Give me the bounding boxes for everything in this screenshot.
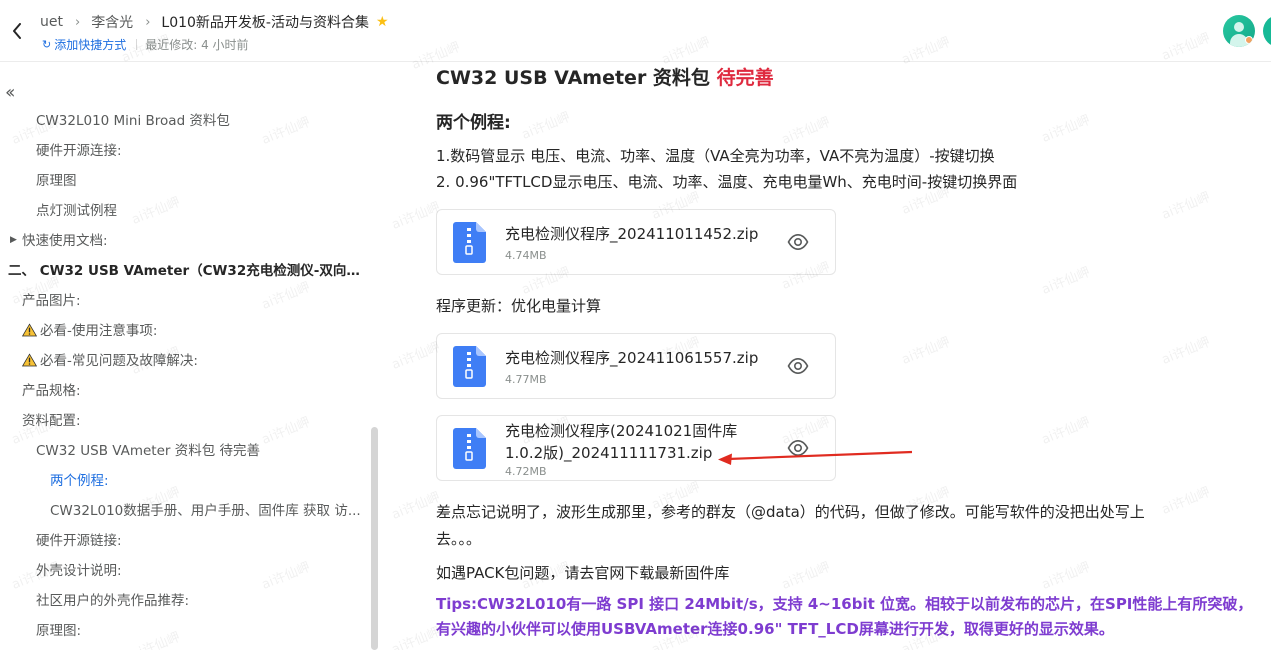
paragraph: 程序更新：优化电量计算 bbox=[436, 297, 602, 315]
paragraph: 差点忘记说明了，波形生成那里，参考的群友（@data）的代码，但做了修改。可能写… bbox=[436, 503, 1145, 521]
file-attachment-card[interactable]: 充电检测仪程序_202411061557.zip 4.77MB bbox=[436, 333, 836, 399]
toc-item[interactable]: 硬件开源连接: bbox=[0, 140, 372, 162]
toc-item[interactable]: 必看-使用注意事项: bbox=[22, 320, 372, 342]
file-name: 充电检测仪程序_202411011452.zip bbox=[505, 225, 759, 243]
toc-item-label: 快速使用文档: bbox=[22, 233, 108, 249]
breadcrumb-item-space[interactable]: uet bbox=[40, 14, 63, 30]
toc-item[interactable]: 点灯测试例程 bbox=[0, 200, 372, 222]
eye-icon[interactable] bbox=[787, 439, 809, 457]
breadcrumb: uet › 李含光 › L010新品开发板-活动与资料合集 ★ bbox=[40, 12, 389, 32]
paragraph: 如遇PACK包问题，请去官网下载最新固件库 bbox=[436, 564, 730, 582]
eye-icon[interactable] bbox=[787, 357, 809, 375]
file-attachment-card[interactable]: 充电检测仪程序_202411011452.zip 4.74MB bbox=[436, 209, 836, 275]
avatar-secondary[interactable] bbox=[1263, 15, 1271, 47]
add-shortcut-button[interactable]: ↻ 添加快捷方式 bbox=[42, 36, 126, 53]
doc-meta: ↻ 添加快捷方式 最近修改: 4 小时前 bbox=[42, 36, 249, 53]
last-modified: 最近修改: 4 小时前 bbox=[145, 38, 249, 52]
paragraph: 1.数码管显示 电压、电流、功率、温度（VA全亮为功率，VA不亮为温度）-按键切… bbox=[436, 147, 995, 165]
eye-icon[interactable] bbox=[787, 233, 809, 251]
chevron-right-icon: › bbox=[145, 14, 151, 30]
toc-item-active[interactable]: 两个例程: bbox=[0, 470, 372, 492]
back-button[interactable] bbox=[6, 18, 28, 44]
file-size: 4.72MB bbox=[505, 465, 547, 478]
zip-file-icon bbox=[453, 346, 486, 387]
doc-content: CW32 USB VAmeter 资料包 待完善 两个例程: 1.数码管显示 电… bbox=[436, 63, 1271, 650]
watermark-text: ai许仙岬 bbox=[389, 489, 443, 523]
toc-item[interactable]: 产品图片: bbox=[0, 290, 372, 312]
breadcrumb-item-owner[interactable]: 李含光 bbox=[91, 12, 133, 32]
toc-item[interactable]: 社区用户的外壳作品推荐: bbox=[0, 590, 372, 612]
paragraph: 去。。。 bbox=[436, 530, 482, 548]
toc-item[interactable]: CW32L010数据手册、用户手册、固件库 获取 访... bbox=[0, 500, 366, 522]
breadcrumb-item-book[interactable]: L010新品开发板-活动与资料合集 bbox=[161, 12, 369, 32]
toc-scrollbar[interactable] bbox=[371, 427, 378, 650]
zip-file-icon bbox=[453, 222, 486, 263]
zip-file-icon bbox=[453, 428, 486, 469]
chevron-left-icon bbox=[13, 23, 21, 39]
subsection-heading: 两个例程: bbox=[436, 113, 511, 133]
star-icon[interactable]: ★ bbox=[376, 14, 389, 30]
toc-item[interactable]: CW32 USB VAmeter 资料包 待完善 bbox=[0, 440, 372, 462]
file-size: 4.77MB bbox=[505, 373, 547, 386]
toc-item[interactable]: 外壳设计说明: bbox=[0, 560, 372, 582]
warning-icon bbox=[22, 323, 37, 337]
avatar[interactable] bbox=[1223, 15, 1255, 47]
meta-divider bbox=[136, 39, 138, 50]
add-shortcut-label: 添加快捷方式 bbox=[54, 38, 127, 52]
toc-item-label: 必看-常见问题及故障解决: bbox=[40, 353, 198, 369]
toc-item[interactable]: 原理图 bbox=[0, 170, 372, 192]
toc-item[interactable]: 原理图: bbox=[0, 620, 372, 642]
file-name: 充电检测仪程序(20241021固件库1.0.2版)_202411111731.… bbox=[505, 422, 738, 462]
shortcut-icon: ↻ bbox=[42, 38, 52, 51]
section-title: CW32 USB VAmeter 资料包 待完善 bbox=[436, 63, 774, 90]
watermark-text: ai许仙岬 bbox=[389, 624, 443, 650]
chevron-right-icon: › bbox=[74, 14, 81, 30]
toc-item-heading[interactable]: 二、 CW32 USB VAmeter（CW32充电检测仪-双向直... bbox=[0, 260, 372, 282]
paragraph: 2. 0.96"TFTLCD显示电压、电流、功率、温度、充电电量Wh、充电时间-… bbox=[436, 173, 1018, 191]
toc-item-collapsible[interactable]: ▶ 快速使用文档: bbox=[0, 230, 372, 252]
toc-item[interactable]: 资料配置: bbox=[0, 410, 372, 432]
watermark-text: ai许仙岬 bbox=[389, 199, 443, 233]
watermark-text: ai许仙岬 bbox=[389, 339, 443, 373]
warning-icon bbox=[22, 353, 37, 367]
toc-item[interactable]: 硬件开源链接: bbox=[0, 530, 372, 552]
toc-item-label: 必看-使用注意事项: bbox=[40, 323, 158, 339]
file-size: 4.74MB bbox=[505, 249, 547, 262]
file-attachment-card[interactable]: 充电检测仪程序(20241021固件库1.0.2版)_202411111731.… bbox=[436, 415, 836, 481]
toc-item[interactable]: 必看-常见问题及故障解决: bbox=[22, 350, 372, 372]
section-title-text: CW32 USB VAmeter 资料包 bbox=[436, 67, 710, 89]
toc-item[interactable]: 产品规格: bbox=[0, 380, 372, 402]
pending-status: 待完善 bbox=[716, 67, 774, 89]
collapse-sidebar-icon[interactable]: ‹‹ bbox=[5, 82, 16, 103]
file-name: 充电检测仪程序_202411061557.zip bbox=[505, 349, 759, 367]
toc-sidebar: ‹‹ CW32L010 Mini Broad 资料包 硬件开源连接: 原理图 点… bbox=[0, 63, 382, 650]
doc-header: uet › 李含光 › L010新品开发板-活动与资料合集 ★ ↻ 添加快捷方式… bbox=[0, 0, 1271, 62]
toc-item[interactable]: CW32L010 Mini Broad 资料包 bbox=[0, 110, 372, 132]
tips-paragraph: Tips:CW32L010有一路 SPI 接口 24Mbit/s，支持 4~16… bbox=[436, 595, 1253, 638]
